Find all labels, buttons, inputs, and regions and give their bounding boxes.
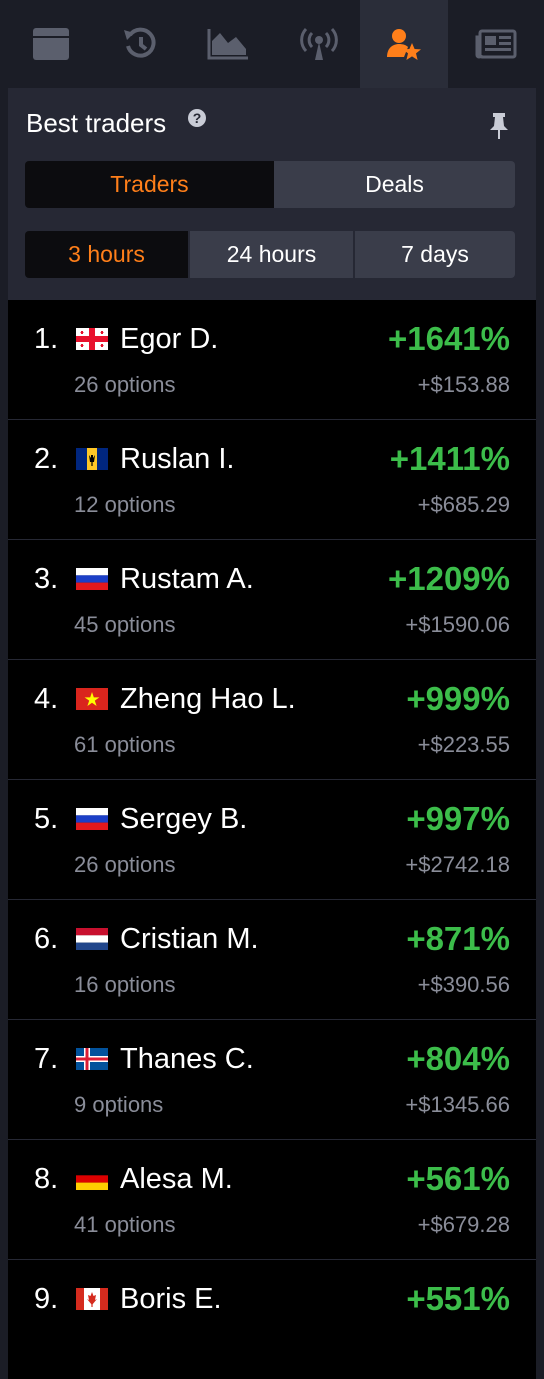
georgia-flag-icon — [76, 328, 108, 350]
traders-list: 1. Egor D. 26 options +1641% +$153.88 2.… — [8, 300, 536, 1379]
tab-broadcast[interactable] — [278, 0, 360, 88]
trader-rank: 9. — [34, 1283, 59, 1315]
history-icon — [122, 27, 158, 61]
trader-name: Alesa M. — [120, 1163, 233, 1195]
user-star-icon — [386, 27, 422, 61]
trader-row[interactable]: 9. Boris E. +551% — [8, 1260, 536, 1379]
trader-percent: +804% — [406, 1040, 510, 1077]
chart-area-icon — [206, 27, 250, 61]
vietnam-flag-icon — [76, 688, 108, 710]
tab-7-days[interactable]: 7 days — [355, 231, 515, 278]
trader-percent: +1641% — [387, 320, 510, 357]
trader-name: Rustam A. — [120, 563, 254, 595]
trader-profit: +$390.56 — [417, 972, 510, 997]
trader-row[interactable]: 5. Sergey B. 26 options +997% +$2742.18 — [8, 780, 536, 900]
trader-rank: 4. — [34, 683, 59, 715]
trader-row[interactable]: 7. Thanes C. 9 options +804% +$1345.66 — [8, 1020, 536, 1140]
best-traders-panel: Best traders ? Traders Deals 3 hours 24 … — [8, 88, 536, 1379]
trader-rank: 5. — [34, 803, 59, 835]
netherlands-flag-icon — [76, 928, 108, 950]
trader-percent: +561% — [406, 1160, 510, 1197]
trader-percent: +1209% — [387, 560, 510, 597]
trader-row[interactable]: 2. Ruslan I. 12 options +1411% +$685.29 — [8, 420, 536, 540]
tab-best-traders[interactable] — [360, 0, 448, 88]
tab-history[interactable] — [102, 0, 178, 88]
trader-percent: +1411% — [389, 440, 510, 477]
tab-3-hours[interactable]: 3 hours — [25, 231, 188, 278]
tab-deals[interactable]: Deals — [274, 161, 515, 208]
trader-name: Egor D. — [120, 323, 219, 355]
trader-percent: +997% — [406, 800, 510, 837]
trader-rank: 2. — [34, 443, 59, 475]
trader-percent: +999% — [406, 680, 510, 717]
tab-traders[interactable]: Traders — [25, 161, 274, 208]
tab-charts[interactable] — [178, 0, 278, 88]
trader-profit: +$2742.18 — [405, 852, 510, 877]
trader-row[interactable]: 6. Cristian M. 16 options +871% +$390.56 — [8, 900, 536, 1020]
panel-header: Best traders ? — [8, 88, 536, 158]
trader-profit: +$223.55 — [417, 732, 510, 757]
period-tabs: 3 hours 24 hours 7 days — [25, 231, 515, 278]
trader-options: 12 options — [74, 492, 176, 517]
trader-percent: +871% — [406, 920, 510, 957]
russia-flag-icon — [76, 808, 108, 830]
top-icon-bar — [0, 0, 544, 88]
mode-tabs: Traders Deals — [25, 161, 515, 208]
trader-row[interactable]: 8. Alesa M. 41 options +561% +$679.28 — [8, 1140, 536, 1260]
trader-profit: +$685.29 — [417, 492, 510, 517]
iceland-flag-icon — [76, 1048, 108, 1070]
trader-name: Thanes C. — [120, 1043, 254, 1075]
germany-flag-icon — [76, 1168, 108, 1190]
trader-options: 16 options — [74, 972, 176, 997]
newspaper-icon — [475, 29, 517, 59]
trader-name: Cristian M. — [120, 923, 259, 955]
trader-options: 9 options — [74, 1092, 164, 1117]
barbados-flag-icon — [76, 448, 108, 470]
trader-profit: +$1590.06 — [405, 612, 510, 637]
trader-options: 45 options — [74, 612, 176, 637]
trader-options: 41 options — [74, 1212, 176, 1237]
trader-name: Zheng Hao L. — [120, 683, 296, 715]
panel-title: Best traders — [26, 108, 167, 138]
trader-options: 61 options — [74, 732, 176, 757]
window-icon — [32, 27, 70, 61]
trader-rank: 3. — [34, 563, 59, 595]
help-icon[interactable]: ? — [188, 109, 206, 127]
trader-profit: +$679.28 — [417, 1212, 510, 1237]
canada-flag-icon — [76, 1288, 108, 1310]
trader-options: 26 options — [74, 852, 176, 877]
trader-name: Boris E. — [120, 1283, 222, 1315]
trader-rank: 8. — [34, 1163, 59, 1195]
trader-name: Sergey B. — [120, 803, 248, 835]
trader-row[interactable]: 1. Egor D. 26 options +1641% +$153.88 — [8, 300, 536, 420]
trader-rank: 1. — [34, 323, 59, 355]
trader-rank: 6. — [34, 923, 59, 955]
trader-percent: +551% — [406, 1280, 510, 1317]
tab-window[interactable] — [0, 0, 102, 88]
trader-row[interactable]: 3. Rustam A. 45 options +1209% +$1590.06 — [8, 540, 536, 660]
tab-news[interactable] — [448, 0, 544, 88]
trader-options: 26 options — [74, 372, 176, 397]
trader-rank: 7. — [34, 1043, 59, 1075]
trader-row[interactable]: 4. Zheng Hao L. 61 options +999% +$223.5… — [8, 660, 536, 780]
russia-flag-icon — [76, 568, 108, 590]
broadcast-icon — [300, 27, 338, 61]
trader-profit: +$1345.66 — [405, 1092, 510, 1117]
trader-name: Ruslan I. — [120, 443, 235, 475]
pin-icon[interactable] — [488, 112, 510, 145]
trader-profit: +$153.88 — [417, 372, 510, 397]
tab-24-hours[interactable]: 24 hours — [190, 231, 353, 278]
